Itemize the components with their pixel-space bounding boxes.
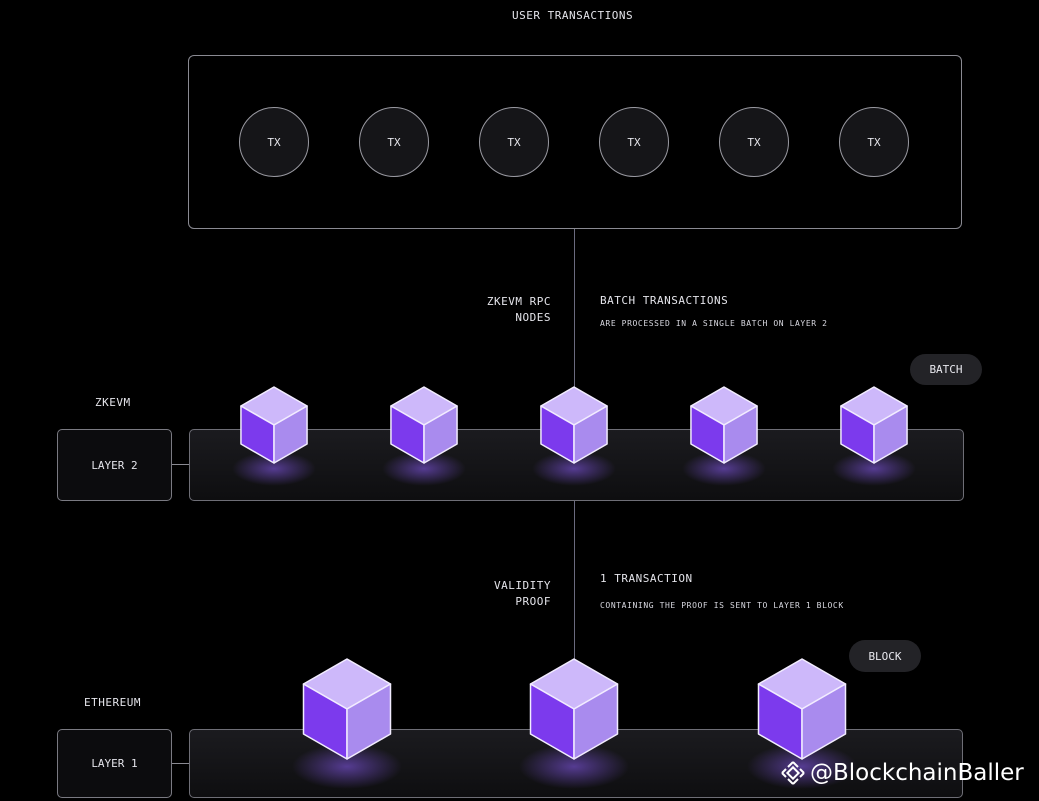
layer2-connector (172, 464, 189, 465)
proof-label-line-1: VALIDITY (494, 579, 551, 592)
watermark: @BlockchainBaller (780, 760, 1024, 786)
tx-circle: TX (719, 107, 789, 177)
transaction-description: CONTAINING THE PROOF IS SENT TO LAYER 1 … (600, 601, 844, 610)
flow-line-middle (574, 501, 575, 671)
tx-circle: TX (839, 107, 909, 177)
cube-top-face (240, 386, 308, 426)
batch-pill: BATCH (910, 354, 982, 385)
flow-line-top (574, 229, 575, 399)
watermark-text: @BlockchainBaller (810, 760, 1024, 786)
layer1-connector (172, 763, 189, 764)
validity-proof-label: VALIDITY PROOF (470, 578, 551, 610)
cube-top-face (840, 386, 908, 426)
rpc-nodes-label: ZKEVM RPC NODES (470, 294, 551, 326)
cube-top-face (302, 658, 392, 710)
batch-title: BATCH TRANSACTIONS (600, 294, 729, 307)
batch-description: ARE PROCESSED IN A SINGLE BATCH ON LAYER… (600, 319, 828, 328)
rpc-label-line-2: NODES (515, 311, 551, 324)
diagram-title: USER TRANSACTIONS (512, 9, 634, 22)
proof-label-line-2: PROOF (515, 595, 551, 608)
transaction-title: 1 TRANSACTION (600, 572, 693, 585)
layer2-rail (189, 429, 964, 501)
binance-logo-icon (781, 761, 805, 785)
layer2-box: LAYER 2 (57, 429, 172, 501)
cube-top-face (757, 658, 847, 710)
rpc-label-line-1: ZKEVM RPC (486, 295, 551, 308)
cube-top-face (690, 386, 758, 426)
tx-circle: TX (599, 107, 669, 177)
tx-circle: TX (479, 107, 549, 177)
layer1-box: LAYER 1 (57, 729, 172, 798)
ethereum-label: ETHEREUM (84, 696, 141, 709)
cube-top-face (390, 386, 458, 426)
tx-circle: TX (239, 107, 309, 177)
tx-circle: TX (359, 107, 429, 177)
block-pill: BLOCK (849, 640, 921, 672)
zkevm-label: ZKEVM (95, 396, 131, 409)
